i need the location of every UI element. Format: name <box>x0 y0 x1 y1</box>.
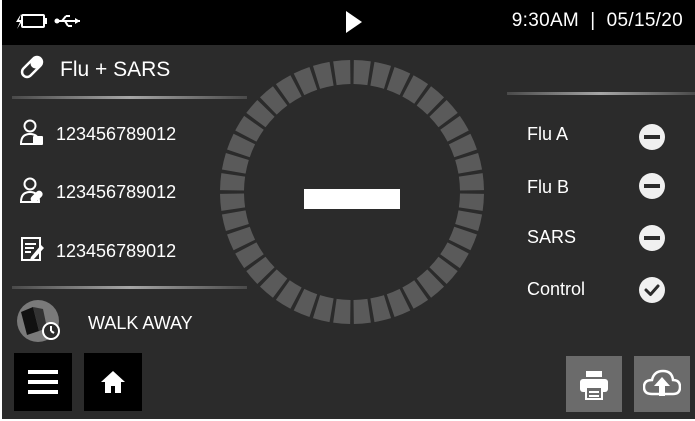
progress-segment <box>333 298 351 324</box>
progress-segment <box>220 193 246 211</box>
progress-segment <box>220 173 246 191</box>
menu-button[interactable] <box>14 353 72 411</box>
print-button[interactable] <box>566 356 622 412</box>
operator-id: 123456789012 <box>56 182 177 202</box>
patient-icon <box>19 118 44 151</box>
operator-id-row: 123456789012 <box>19 176 177 209</box>
datetime: 9:30AM | 05/15/20 <box>512 10 683 32</box>
result-label-control: Control <box>527 279 586 299</box>
right-divider <box>507 92 695 95</box>
progress-segment <box>458 173 484 191</box>
progress-segment <box>458 193 484 211</box>
status-bar: 9:30AM | 05/15/20 <box>2 0 695 45</box>
progress-segment <box>370 61 392 89</box>
screen: 9:30AM | 05/15/20 Flu + SARS 12345678901… <box>2 0 695 419</box>
time-date-separator: | <box>584 10 602 31</box>
test-name: Flu + SARS <box>60 58 171 81</box>
operator-icon <box>19 176 44 209</box>
left-divider <box>12 96 247 99</box>
progress-segment <box>312 295 334 323</box>
progress-segment <box>455 152 483 174</box>
progress-segment <box>312 61 334 89</box>
progress-segment <box>333 60 351 86</box>
result-label-flu-a: Flu A <box>527 124 569 144</box>
battery-charging-icon <box>14 8 48 39</box>
progress-segment <box>221 152 249 174</box>
home-icon <box>100 370 126 399</box>
result-label-flu-b: Flu B <box>527 177 570 197</box>
device-timer-icon <box>14 298 64 349</box>
minus-icon <box>639 124 665 150</box>
home-button[interactable] <box>84 353 142 411</box>
cloud-upload-icon <box>642 368 682 405</box>
patient-id-row: 123456789012 <box>19 118 177 151</box>
minus-icon <box>639 173 665 199</box>
patient-id: 123456789012 <box>56 124 177 144</box>
date-text: 05/15/20 <box>606 10 683 31</box>
test-title: Flu + SARS <box>18 50 170 90</box>
usb-icon <box>54 8 84 39</box>
progress-segment <box>353 60 371 86</box>
time-text: 9:30AM <box>511 10 580 31</box>
progress-segment <box>353 298 371 324</box>
walk-away-label: WALK AWAY <box>88 313 193 333</box>
notes-id-row: 123456789012 <box>20 236 176 267</box>
result-label-sars: SARS <box>527 227 577 247</box>
left-divider-bottom <box>12 286 247 289</box>
progress-segment <box>370 295 392 323</box>
result-pending-dash <box>304 189 400 209</box>
notes-id: 123456789012 <box>56 241 177 261</box>
walk-away-status: WALK AWAY <box>14 298 193 349</box>
test-strip-icon <box>18 53 46 87</box>
check-icon <box>639 277 665 303</box>
upload-button[interactable] <box>634 356 690 412</box>
progress-segment <box>221 210 249 232</box>
progress-segment <box>455 210 483 232</box>
notes-icon <box>20 236 44 267</box>
menu-icon <box>28 370 58 399</box>
minus-icon <box>639 225 665 251</box>
play-icon[interactable] <box>344 10 364 39</box>
printer-icon <box>579 370 609 405</box>
